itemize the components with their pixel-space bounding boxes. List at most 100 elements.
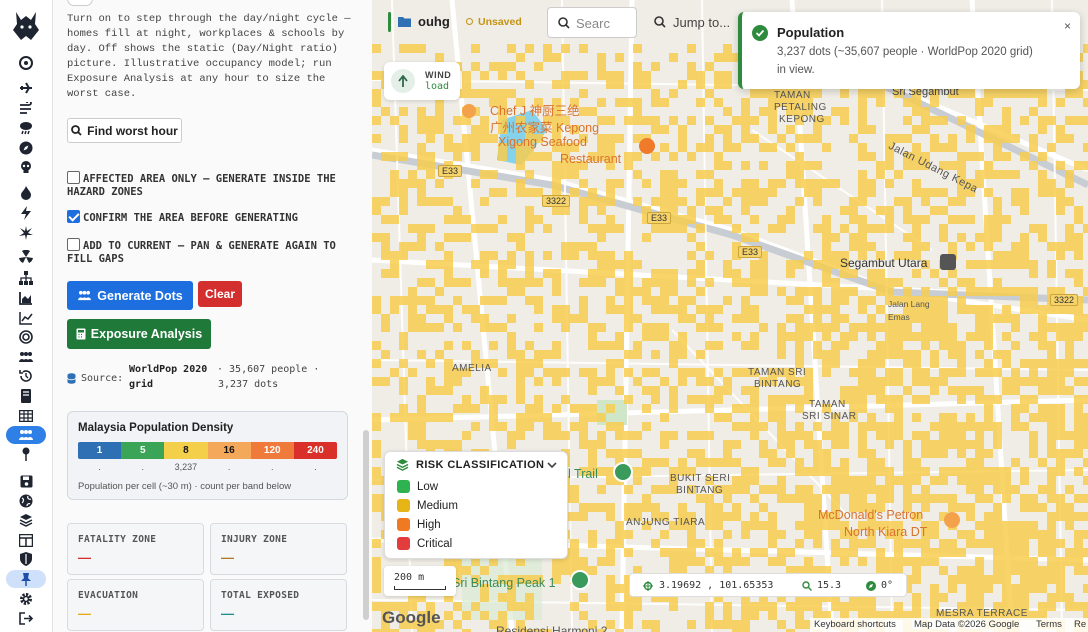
settings-icon[interactable] <box>16 590 36 608</box>
add-to-current-checkbox[interactable]: ADD TO CURRENT — PAN & GENERATE AGAIN TO… <box>67 238 357 266</box>
park-pin-icon[interactable] <box>613 462 633 482</box>
logout-icon[interactable] <box>16 609 36 627</box>
population-dot <box>714 548 723 557</box>
population-dot <box>1083 224 1088 233</box>
population-dot <box>768 179 777 188</box>
chevron-down-icon[interactable] <box>547 462 557 469</box>
target-icon[interactable] <box>16 54 36 72</box>
hierarchy-icon[interactable] <box>16 269 36 287</box>
search-input[interactable]: Searc <box>576 16 610 31</box>
population-dot <box>696 458 705 467</box>
population-dot <box>741 422 750 431</box>
population-dot <box>696 539 705 548</box>
population-dot <box>1074 404 1083 413</box>
explosion-icon[interactable] <box>16 224 36 242</box>
population-dot <box>831 485 840 494</box>
jump-to-box[interactable]: Jump to... <box>642 7 734 38</box>
checkbox-box[interactable] <box>67 171 80 184</box>
report-link[interactable]: Re <box>1074 619 1086 630</box>
pin-panel-icon[interactable] <box>6 570 46 588</box>
population-dot <box>813 89 822 98</box>
people-icon[interactable] <box>16 348 36 366</box>
compass-icon[interactable] <box>16 139 36 157</box>
skull-icon[interactable] <box>16 158 36 176</box>
terms-link[interactable]: Terms <box>1036 619 1062 630</box>
restaurant-pin-icon[interactable] <box>462 104 476 118</box>
population-dot <box>1047 494 1056 503</box>
population-dot <box>651 125 660 134</box>
find-worst-hour-button[interactable]: Find worst hour <box>67 118 182 143</box>
confirm-area-checkbox[interactable]: CONFIRM THE AREA BEFORE GENERATING <box>67 210 357 225</box>
wind-widget[interactable]: WIND load <box>384 62 460 100</box>
population-dot <box>678 368 687 377</box>
radiation-icon[interactable] <box>16 248 36 266</box>
columns-icon[interactable] <box>16 531 36 549</box>
map-view[interactable]: E33 E33 E33 3322 3322 Chef J 神厨三绝 广州农家菜 … <box>372 0 1088 632</box>
train-station-icon[interactable] <box>940 254 956 270</box>
population-dot <box>660 278 669 287</box>
table-icon[interactable] <box>16 407 36 425</box>
checkbox-box-checked[interactable] <box>67 210 80 223</box>
population-dot <box>777 404 786 413</box>
park-pin-icon[interactable] <box>570 570 590 590</box>
population-dot <box>1083 530 1088 539</box>
population-dot <box>399 341 408 350</box>
population-dot <box>858 377 867 386</box>
map-pin-icon[interactable] <box>16 445 36 463</box>
generate-dots-button[interactable]: Generate Dots <box>67 281 193 310</box>
restaurant-pin-icon[interactable] <box>639 138 655 154</box>
population-dot <box>1074 251 1083 260</box>
clear-button[interactable]: Clear <box>198 281 242 307</box>
population-dot <box>813 188 822 197</box>
population-dot <box>948 134 957 143</box>
shield-icon[interactable] <box>16 550 36 568</box>
history-icon[interactable] <box>16 367 36 385</box>
book-icon[interactable] <box>16 387 36 405</box>
toast-close-button[interactable]: × <box>1064 19 1071 33</box>
area-chart-icon[interactable] <box>16 289 36 307</box>
population-dot <box>957 566 966 575</box>
lightning-icon[interactable] <box>16 204 36 222</box>
population-tool-icon[interactable] <box>6 426 46 444</box>
population-dot <box>588 377 597 386</box>
save-icon[interactable] <box>16 472 36 490</box>
population-dot <box>381 107 390 116</box>
population-dot <box>498 611 507 620</box>
layers-icon[interactable] <box>16 511 36 529</box>
population-dot <box>777 458 786 467</box>
toggle-remnant[interactable] <box>67 0 93 6</box>
globe-icon[interactable] <box>16 492 36 510</box>
line-chart-icon[interactable] <box>16 309 36 327</box>
population-dot <box>759 260 768 269</box>
exposure-analysis-button[interactable]: Exposure Analysis <box>67 319 211 349</box>
wind-icon[interactable] <box>16 99 36 117</box>
search-box[interactable]: Searc <box>547 7 637 38</box>
keyboard-shortcuts-link[interactable]: Keyboard shortcuts <box>814 619 896 630</box>
panel-scrollbar[interactable] <box>363 430 369 620</box>
affected-area-checkbox[interactable]: AFFECTED AREA ONLY — GENERATE INSIDE THE… <box>67 171 357 199</box>
project-name[interactable]: ouhg <box>418 14 450 29</box>
population-dot <box>597 485 606 494</box>
population-dot <box>1056 134 1065 143</box>
population-dot <box>1002 152 1011 161</box>
fire-icon[interactable] <box>16 184 36 202</box>
cloud-rain-icon[interactable] <box>16 119 36 137</box>
population-dot <box>651 62 660 71</box>
restaurant-pin-icon[interactable] <box>944 512 960 528</box>
evacuation-stat: EVACUATION — <box>67 579 204 631</box>
population-dot <box>984 89 993 98</box>
plane-icon[interactable] <box>16 79 36 97</box>
population-dot <box>561 71 570 80</box>
population-dot <box>975 395 984 404</box>
population-dot <box>885 467 894 476</box>
population-dot <box>1056 467 1065 476</box>
jump-to-input[interactable]: Jump to... <box>673 15 730 30</box>
checkbox-box[interactable] <box>67 238 80 251</box>
bukit-seri-line1: BUKIT SERI <box>670 473 731 484</box>
population-dot <box>399 242 408 251</box>
population-dot <box>957 422 966 431</box>
bullseye-icon[interactable] <box>16 328 36 346</box>
population-dot <box>786 296 795 305</box>
population-dot <box>1074 161 1083 170</box>
population-dot <box>723 269 732 278</box>
